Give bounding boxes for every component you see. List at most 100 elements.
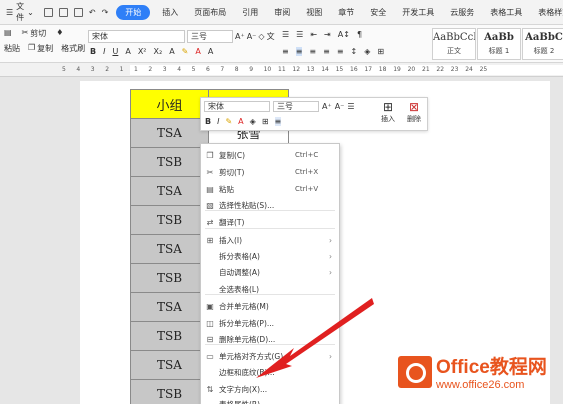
mini-borders-icon[interactable]: ⊞ — [262, 117, 269, 126]
context-menu-item[interactable]: ⇄ 翻译(T) — [201, 214, 339, 230]
print-icon[interactable] — [58, 7, 68, 17]
paste-label[interactable]: 粘贴 — [4, 43, 20, 54]
context-menu-item[interactable]: 边框和底纹(B)... — [201, 364, 339, 380]
font-color-icon[interactable]: A — [195, 47, 200, 56]
distribute-icon[interactable]: ≡ — [337, 47, 344, 56]
italic-icon[interactable]: I — [103, 47, 105, 56]
font-size-select[interactable]: 三号 — [187, 30, 233, 43]
context-menu-item[interactable]: ▭ 单元格对齐方式(G) › — [201, 348, 339, 364]
undo-icon[interactable]: ↶ — [89, 8, 96, 17]
context-menu-item[interactable]: 全选表格(L) — [201, 281, 339, 297]
context-menu-item[interactable]: ⊞ 插入(I) › — [201, 232, 339, 248]
shrink-font-icon[interactable]: A⁻ — [247, 32, 257, 41]
context-menu-item[interactable]: ❐ 复制(C) Ctrl+C — [201, 147, 339, 163]
tab-2[interactable]: 页面布局 — [186, 0, 234, 25]
highlight-icon[interactable]: ✎ — [182, 47, 189, 56]
font-effect-icon[interactable]: A — [169, 47, 174, 56]
mini-highlight-icon[interactable]: ✎ — [225, 117, 232, 126]
bullets-icon[interactable]: ☰ — [282, 30, 289, 39]
tab-1[interactable]: 插入 — [154, 0, 186, 25]
mini-line-spacing-icon[interactable]: ☰ — [347, 102, 354, 111]
mini-delete-button[interactable]: ⊠ 删除 — [403, 100, 425, 124]
ruler-tick: 17 — [364, 66, 373, 73]
style-option-0[interactable]: AaBbCcI 正文 — [432, 28, 476, 60]
print-preview-icon[interactable] — [73, 7, 83, 17]
mini-grow-font-icon[interactable]: A⁺ — [322, 102, 332, 111]
grow-font-icon[interactable]: A⁺ — [235, 32, 245, 41]
table-cell[interactable]: TSA — [130, 292, 209, 322]
align-center-icon[interactable]: ≡ — [295, 47, 303, 56]
tab-10[interactable]: 表格工具 — [482, 0, 530, 25]
mini-shrink-font-icon[interactable]: A⁻ — [335, 102, 345, 111]
char-border-icon[interactable]: A — [208, 47, 213, 56]
mini-font-size-select[interactable]: 三号 — [273, 101, 319, 112]
line-spacing-icon[interactable]: ↕ — [351, 47, 358, 56]
superscript-icon[interactable]: X² — [138, 47, 147, 56]
justify-icon[interactable]: ≡ — [323, 47, 330, 56]
mini-font-color-icon[interactable]: A — [238, 117, 243, 126]
indent-icon[interactable]: ⇥ — [324, 30, 331, 39]
strike-icon[interactable]: A — [125, 47, 130, 56]
tab-3[interactable]: 引用 — [234, 0, 266, 25]
style-option-2[interactable]: AaBbC 标题 2 — [522, 28, 563, 60]
redo-icon[interactable]: ↷ — [102, 8, 109, 17]
table-cell[interactable]: TSA — [130, 234, 209, 264]
mini-font-size-value: 三号 — [277, 102, 293, 111]
mini-shading-icon[interactable]: ◈ — [250, 117, 256, 126]
cut-button[interactable]: ✂ 剪切 — [22, 28, 47, 39]
shading-icon[interactable]: ◈ — [364, 47, 370, 56]
tab-7[interactable]: 安全 — [362, 0, 394, 25]
outdent-icon[interactable]: ⇤ — [310, 30, 317, 39]
format-painter-icon[interactable]: ♦ — [56, 28, 63, 39]
tab-0[interactable]: 开始 — [116, 4, 151, 20]
tab-9[interactable]: 云服务 — [442, 0, 482, 25]
font-name-select[interactable]: 宋体 — [88, 30, 185, 43]
context-menu-item[interactable]: ◫ 拆分单元格(P)... — [201, 315, 339, 331]
context-menu-item[interactable]: ⇅ 文字方向(X)... — [201, 381, 339, 397]
table-cell[interactable]: TSA — [130, 176, 209, 206]
numbering-icon[interactable]: ☰ — [296, 30, 303, 39]
table-cell[interactable]: TSB — [130, 147, 209, 177]
clear-format-icon[interactable]: ◇ — [258, 32, 264, 41]
subscript-icon[interactable]: X₂ — [154, 47, 163, 56]
align-left-icon[interactable]: ≡ — [282, 47, 289, 56]
sort-icon[interactable]: A↕ — [338, 30, 350, 39]
show-marks-icon[interactable]: ¶ — [357, 30, 362, 39]
bold-icon[interactable]: B — [90, 47, 96, 56]
context-menu-item[interactable]: 拆分表格(A) › — [201, 248, 339, 264]
context-menu-item[interactable]: ▣ 合并单元格(M) — [201, 298, 339, 314]
save-icon[interactable] — [43, 7, 53, 17]
table-header-cell[interactable]: 小组 — [130, 89, 209, 119]
mini-italic-icon[interactable]: I — [217, 117, 219, 126]
copy-button[interactable]: ❐ 复制 — [28, 43, 53, 54]
table-cell[interactable]: TSB — [130, 263, 209, 293]
context-menu-item[interactable]: 自动调整(A) › — [201, 264, 339, 280]
underline-icon[interactable]: U — [112, 47, 118, 56]
table-cell[interactable]: TSA — [130, 118, 209, 148]
context-menu-item[interactable]: ✂ 剪切(T) Ctrl+X — [201, 164, 339, 180]
context-menu-item[interactable]: ▧ 选择性粘贴(S)... — [201, 197, 339, 213]
mini-bold-icon[interactable]: B — [205, 117, 211, 126]
table-cell[interactable]: TSB — [130, 205, 209, 235]
mini-font-name-select[interactable]: 宋体 — [204, 101, 270, 112]
context-menu-item[interactable]: ⊟ 删除单元格(D)... — [201, 331, 339, 347]
table-cell[interactable]: TSB — [130, 321, 209, 351]
tab-11[interactable]: 表格样式 — [530, 0, 563, 25]
format-painter-label[interactable]: 格式刷 — [61, 43, 85, 54]
phonetic-icon[interactable]: 文 — [267, 31, 275, 42]
context-menu-item[interactable]: ▤ 粘贴 Ctrl+V — [201, 181, 339, 197]
table-cell[interactable]: TSA — [130, 350, 209, 380]
tab-6[interactable]: 章节 — [330, 0, 362, 25]
table-cell[interactable]: TSB — [130, 379, 209, 404]
file-menu[interactable]: ☰ 文件 ⌄ — [0, 0, 40, 25]
align-right-icon[interactable]: ≡ — [309, 47, 316, 56]
style-option-1[interactable]: AaBb 标题 1 — [477, 28, 521, 60]
paste-button[interactable]: ▤ — [4, 28, 12, 39]
context-menu-item[interactable]: 表格属性(R)... — [201, 396, 339, 404]
tab-8[interactable]: 开发工具 — [394, 0, 442, 25]
borders-icon[interactable]: ⊞ — [377, 47, 384, 56]
mini-insert-button[interactable]: ⊞ 插入 — [377, 100, 399, 124]
tab-4[interactable]: 审阅 — [266, 0, 298, 25]
tab-5[interactable]: 视图 — [298, 0, 330, 25]
mini-align-icon[interactable]: ≡ — [274, 117, 282, 126]
